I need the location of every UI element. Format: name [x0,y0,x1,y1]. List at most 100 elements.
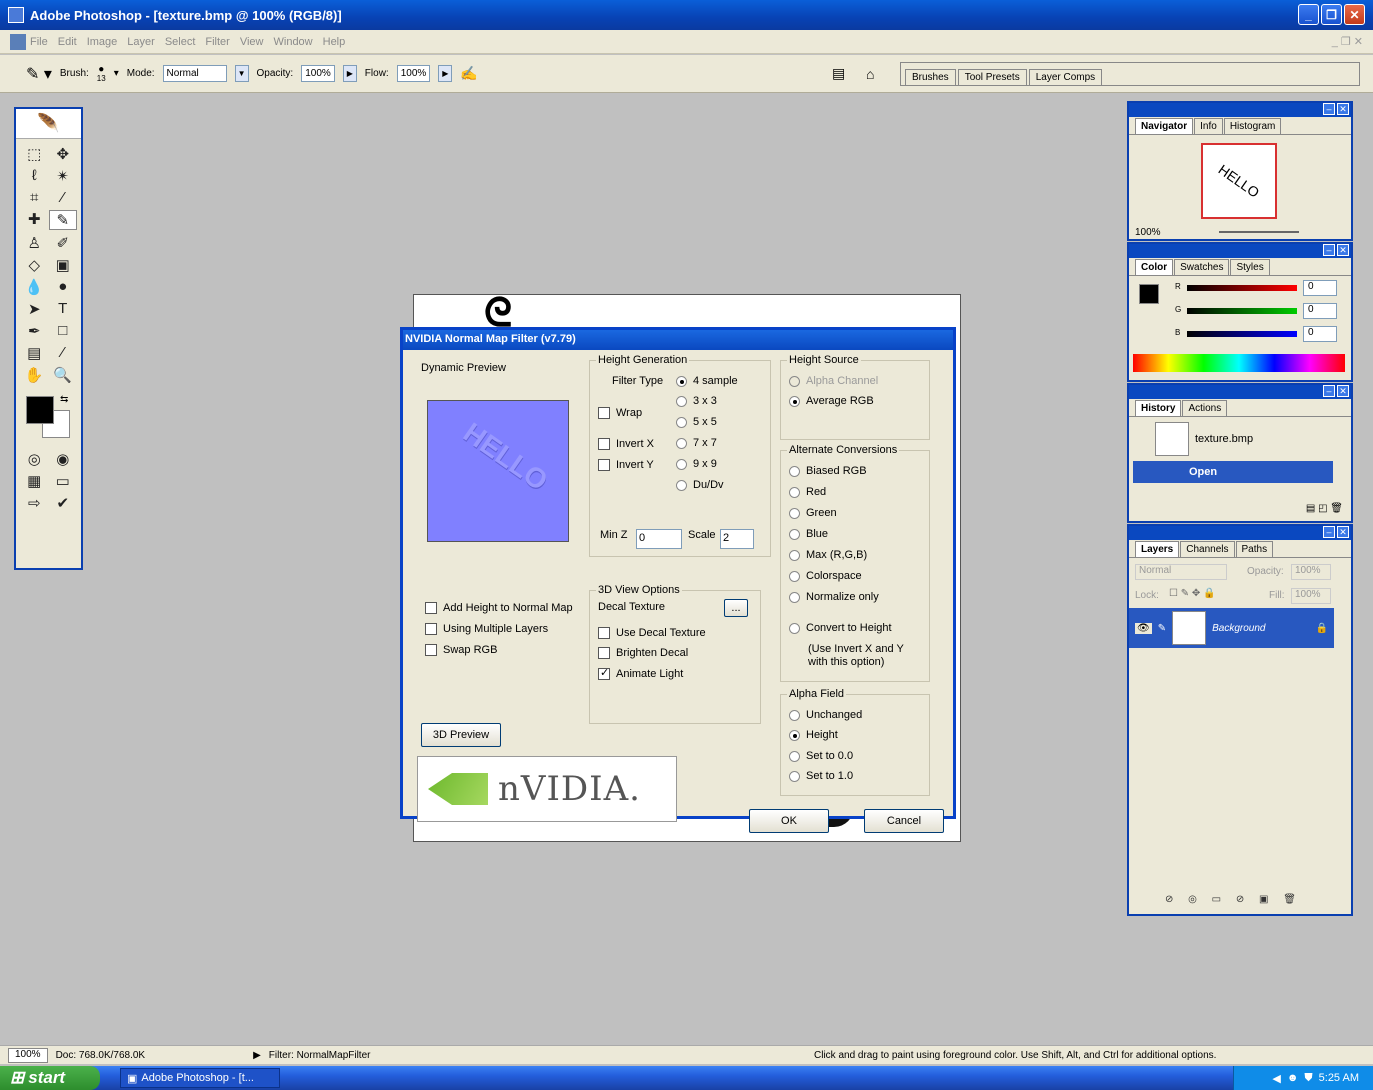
mode-select[interactable]: Normal [162,65,227,82]
menu-layer[interactable]: Layer [127,36,155,48]
max-rgb-radio[interactable]: Max (R,G,B) [789,549,867,561]
colorspace-radio[interactable]: Colorspace [789,570,862,582]
swap-colors-icon[interactable]: ⇆ [60,394,68,405]
hand-tool-icon[interactable]: ✋ [20,366,49,384]
status-arrow-icon[interactable]: ▶ [253,1050,261,1061]
taskbar-photoshop-item[interactable]: ▣ Adobe Photoshop - [t... [120,1068,280,1088]
magic-wand-tool-icon[interactable]: ✴ [49,167,78,185]
move-tool-icon[interactable]: ✥ [49,145,78,163]
standard-mode-icon[interactable]: ◎ [20,450,49,468]
close-palette-icon[interactable]: ✕ [1337,526,1349,538]
menu-file[interactable]: File [30,36,48,48]
history-brush-tool-icon[interactable]: ✐ [49,234,78,252]
g-slider[interactable] [1187,308,1297,314]
menu-edit[interactable]: Edit [58,36,77,48]
minimize-palette-icon[interactable]: – [1323,103,1335,115]
menu-help[interactable]: Help [323,36,346,48]
tab-swatches[interactable]: Swatches [1174,259,1230,275]
blur-tool-icon[interactable]: 💧 [20,278,49,296]
alpha-height-radio[interactable]: Height [789,729,838,741]
airbrush-icon[interactable]: ✍ [460,65,477,82]
feather-logo-icon[interactable]: 🪶 [16,109,81,139]
layer-visibility-eye-icon[interactable]: 👁 [1135,622,1152,634]
lock-icons[interactable]: ☐ ✎ ✥ 🔒 [1169,588,1216,599]
minimize-palette-icon[interactable]: – [1323,244,1335,256]
navigator-zoom-slider[interactable] [1219,231,1299,233]
file-browser-icon[interactable]: ⌂ [866,66,874,82]
menu-filter[interactable]: Filter [205,36,229,48]
close-palette-icon[interactable]: ✕ [1337,385,1349,397]
tab-channels[interactable]: Channels [1180,541,1235,557]
tab-history[interactable]: History [1135,400,1182,416]
screen-mode-icon[interactable]: ▦ [20,472,49,490]
brighten-decal-checkbox[interactable]: Brighten Decal [598,647,688,660]
history-footer-icons[interactable]: ▤ ◰ 🗑 [1306,503,1343,514]
zoom-tool-icon[interactable]: 🔍 [49,366,78,384]
normalize-only-radio[interactable]: Normalize only [789,591,879,603]
g-input[interactable]: 0 [1303,303,1337,319]
document-window-controls[interactable]: _ ❐ ✕ [1332,35,1363,48]
filter-dudv-radio[interactable]: Du/Dv [676,479,724,491]
slice-tool-icon[interactable]: ⁄ [49,189,78,206]
biased-rgb-radio[interactable]: Biased RGB [789,465,867,477]
layer-blend-mode[interactable]: Normal [1135,564,1227,580]
quick-mask-mode-icon[interactable]: ◉ [49,450,78,468]
b-input[interactable]: 0 [1303,326,1337,342]
close-button[interactable]: ✕ [1344,4,1365,25]
invert-y-checkbox[interactable]: Invert Y [598,459,654,472]
menu-image[interactable]: Image [87,36,118,48]
use-decal-checkbox[interactable]: Use Decal Texture [598,627,706,640]
tab-color[interactable]: Color [1135,259,1174,275]
navigator-thumbnail[interactable]: HELLO [1201,143,1277,219]
r-slider[interactable] [1187,285,1297,291]
filter-7x7-radio[interactable]: 7 x 7 [676,437,717,449]
layer-footer-icons[interactable]: ⊘ ◎ ▭ ⊘ ▣ 🗑 [1165,894,1302,905]
filter-3x3-radio[interactable]: 3 x 3 [676,395,717,407]
menu-view[interactable]: View [240,36,264,48]
alpha-channel-radio[interactable]: Alpha Channel [789,375,878,387]
close-palette-icon[interactable]: ✕ [1337,244,1349,256]
restore-button[interactable]: ❐ [1321,4,1342,25]
crop-tool-icon[interactable]: ⌗ [20,189,49,206]
palette-icon[interactable]: ▤ [832,65,845,82]
eyedropper-tool-icon[interactable]: ⁄ [49,344,78,362]
foreground-color-swatch[interactable] [26,396,54,424]
history-state-open[interactable]: Open [1133,461,1333,483]
color-fg-swatch[interactable] [1139,284,1159,304]
healing-brush-tool-icon[interactable]: ✚ [20,210,49,230]
tray-messenger-icon[interactable]: ☻ [1287,1072,1299,1084]
menu-select[interactable]: Select [165,36,196,48]
tab-histogram[interactable]: Histogram [1223,118,1282,134]
cancel-button[interactable]: Cancel [864,809,944,833]
filter-9x9-radio[interactable]: 9 x 9 [676,458,717,470]
tab-paths[interactable]: Paths [1235,541,1274,557]
jump-to-imageready-icon[interactable]: ⇨ [20,494,49,512]
navigator-zoom[interactable]: 100% [1135,227,1161,238]
brush-picker[interactable]: ● 13 [97,64,106,83]
color-spectrum-bar[interactable] [1133,354,1345,372]
tab-styles[interactable]: Styles [1230,259,1270,275]
dodge-tool-icon[interactable]: ● [49,278,78,296]
notes-tool-icon[interactable]: ▤ [20,344,49,362]
shape-tool-icon[interactable]: □ [49,322,78,340]
min-z-input[interactable]: 0 [636,529,682,549]
menu-window[interactable]: Window [274,36,313,48]
browse-decal-button[interactable]: ... [724,599,748,617]
tab-info[interactable]: Info [1194,118,1223,134]
filter-4-sample-radio[interactable]: 4 sample [676,375,738,387]
swap-rgb-checkbox[interactable]: Swap RGB [425,644,497,657]
alpha-unchanged-radio[interactable]: Unchanged [789,709,862,721]
clone-stamp-tool-icon[interactable]: ♙ [20,234,49,252]
ok-button[interactable]: OK [749,809,829,833]
type-tool-icon[interactable]: T [49,300,78,318]
start-button[interactable]: ⊞ start [0,1066,100,1090]
full-screen-mode-icon[interactable]: ▭ [49,472,78,490]
3d-preview-button[interactable]: 3D Preview [421,723,501,747]
blue-radio[interactable]: Blue [789,528,828,540]
layer-opacity-input[interactable]: 100% [1291,564,1331,580]
green-radio[interactable]: Green [789,507,837,519]
red-radio[interactable]: Red [789,486,826,498]
tab-layer-comps[interactable]: Layer Comps [1028,69,1103,85]
filter-5x5-radio[interactable]: 5 x 5 [676,416,717,428]
history-snapshot[interactable]: texture.bmp [1133,421,1333,457]
